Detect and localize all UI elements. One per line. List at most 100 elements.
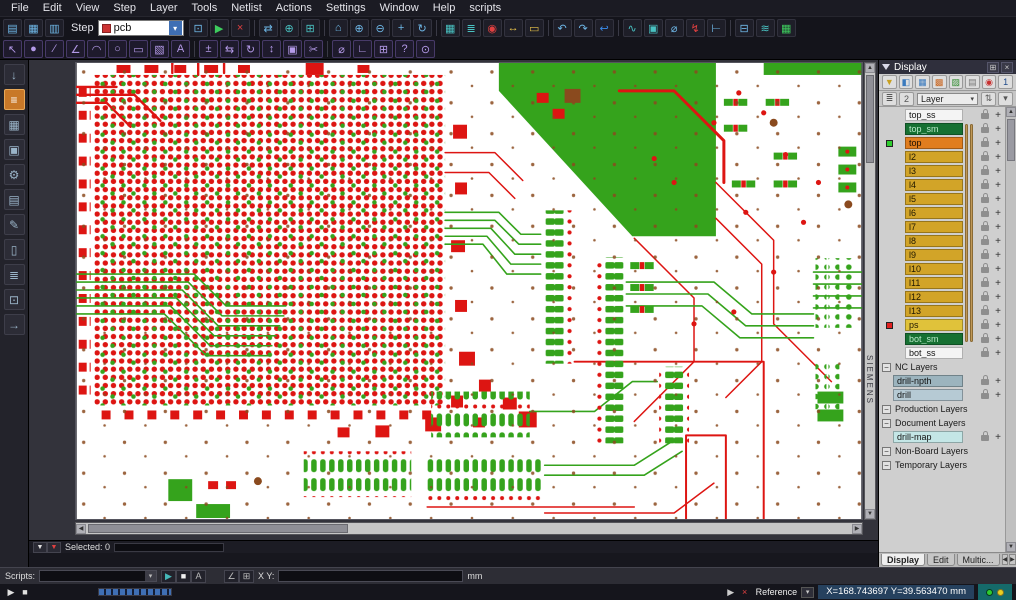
menu-tools[interactable]: Tools bbox=[185, 0, 225, 17]
origin-icon[interactable]: ⊕ bbox=[280, 19, 299, 37]
pad-tool-icon[interactable]: ● bbox=[24, 40, 43, 58]
layer-row-l5[interactable]: l5+ bbox=[879, 192, 1016, 206]
layer-row-top[interactable]: top+ bbox=[879, 136, 1016, 150]
layer-row-bot_sm[interactable]: bot_sm+ bbox=[879, 332, 1016, 346]
dimension-tool-icon[interactable]: ± bbox=[199, 40, 218, 58]
layer-row-drill[interactable]: drill+ bbox=[879, 388, 1016, 402]
two-badge[interactable]: 2 bbox=[899, 92, 914, 106]
snap-tool-icon[interactable]: ⊙ bbox=[416, 40, 435, 58]
mirror-tool-icon[interactable]: ⇆ bbox=[220, 40, 239, 58]
green-matrix-icon[interactable]: ▦ bbox=[777, 19, 796, 37]
run-reference-icon[interactable]: ▶ bbox=[724, 587, 738, 598]
tabs-scroll-left[interactable]: ◀ bbox=[1002, 554, 1009, 565]
add-to-set-icon[interactable]: + bbox=[993, 124, 1003, 135]
play-icon[interactable]: ▶ bbox=[210, 19, 229, 37]
one-badge[interactable]: 1 bbox=[998, 75, 1013, 89]
menu-help[interactable]: Help bbox=[426, 0, 463, 17]
layer-row-l9[interactable]: l9+ bbox=[879, 248, 1016, 262]
layer-row-top_sm[interactable]: top_sm+ bbox=[879, 122, 1016, 136]
scripts-dropdown-arrow[interactable]: ▾ bbox=[145, 571, 156, 581]
lock-icon[interactable] bbox=[981, 393, 989, 399]
close-icon[interactable]: × bbox=[1001, 62, 1013, 73]
lock-icon[interactable] bbox=[981, 197, 989, 203]
lock-icon[interactable] bbox=[981, 379, 989, 385]
menu-file[interactable]: File bbox=[4, 0, 36, 17]
add-to-set-icon[interactable]: + bbox=[993, 376, 1003, 387]
matrix-icon[interactable]: ▦ bbox=[4, 114, 25, 135]
section-non-board-layers[interactable]: −Non-Board Layers bbox=[879, 444, 1016, 458]
sort-layers-icon[interactable]: ⇅ bbox=[981, 92, 996, 106]
step-repeat-icon[interactable]: ⊞ bbox=[374, 40, 393, 58]
redraw-icon[interactable]: ↻ bbox=[413, 19, 432, 37]
play-button[interactable]: ▶ bbox=[4, 587, 18, 598]
scripts-selector[interactable]: ▾ bbox=[39, 570, 157, 582]
run-script-icon[interactable]: ▶ bbox=[161, 570, 176, 583]
reference-dropdown[interactable]: ▾ bbox=[801, 587, 814, 598]
add-to-set-icon[interactable]: + bbox=[993, 180, 1003, 191]
library-icon[interactable]: ▤ bbox=[4, 189, 25, 210]
lock-icon[interactable] bbox=[981, 127, 989, 133]
add-to-set-icon[interactable]: + bbox=[993, 348, 1003, 359]
layer-row-bot_ss[interactable]: bot_ss+ bbox=[879, 346, 1016, 360]
tab-edit[interactable]: Edit bbox=[927, 554, 955, 566]
menu-view[interactable]: View bbox=[69, 0, 107, 17]
step-selector[interactable]: pcb ▾ bbox=[98, 20, 184, 36]
lock-icon[interactable] bbox=[981, 295, 989, 301]
zoom-in-icon[interactable]: ⊕ bbox=[350, 19, 369, 37]
menu-window[interactable]: Window bbox=[373, 0, 426, 17]
stackup-icon[interactable]: ≣ bbox=[462, 19, 481, 37]
add-to-set-icon[interactable]: + bbox=[993, 166, 1003, 177]
return-icon[interactable]: ↩ bbox=[595, 19, 614, 37]
silkscreen-icon[interactable]: ▤ bbox=[965, 75, 980, 89]
delete-tool-icon[interactable]: ✂ bbox=[304, 40, 323, 58]
layer-mode-selector[interactable]: Layer ▾ bbox=[917, 93, 978, 105]
stackup-icon[interactable]: ≣ bbox=[882, 92, 897, 106]
add-to-set-icon[interactable]: + bbox=[993, 432, 1003, 443]
text-tool-icon[interactable]: A bbox=[171, 40, 190, 58]
tab-display[interactable]: Display bbox=[881, 554, 925, 566]
close-step-icon[interactable]: × bbox=[231, 19, 250, 37]
lock-icon[interactable] bbox=[981, 239, 989, 245]
board-view-icon[interactable]: ▦ bbox=[915, 75, 930, 89]
add-to-set-icon[interactable]: + bbox=[993, 264, 1003, 275]
layer-row-ps[interactable]: ps+ bbox=[879, 318, 1016, 332]
add-to-set-icon[interactable]: + bbox=[993, 390, 1003, 401]
select-icon[interactable]: ↖ bbox=[3, 40, 22, 58]
lock-icon[interactable] bbox=[981, 155, 989, 161]
lock-icon[interactable] bbox=[981, 141, 989, 147]
horizontal-scrollbar[interactable]: ◀ ▶ bbox=[75, 522, 863, 535]
lock-icon[interactable] bbox=[981, 253, 989, 259]
angle-measure-icon[interactable]: ∠ bbox=[224, 570, 239, 583]
lock-icon[interactable] bbox=[981, 225, 989, 231]
layer-row-top_ss[interactable]: top_ss+ bbox=[879, 108, 1016, 122]
pcb-board-view[interactable] bbox=[75, 62, 863, 520]
filter-funnel-icon[interactable]: ▼ bbox=[33, 542, 47, 553]
add-to-set-icon[interactable]: + bbox=[993, 194, 1003, 205]
scroll-left-button[interactable]: ◀ bbox=[76, 524, 86, 534]
collapse-icon[interactable]: − bbox=[882, 405, 891, 414]
surface-tool-icon[interactable]: ▧ bbox=[150, 40, 169, 58]
dock-icon[interactable]: ⊞ bbox=[987, 62, 999, 73]
dimension-icon[interactable]: ⊢ bbox=[707, 19, 726, 37]
documents-icon[interactable]: ▯ bbox=[4, 239, 25, 260]
add-to-set-icon[interactable]: + bbox=[993, 152, 1003, 163]
menu-netlist[interactable]: Netlist bbox=[224, 0, 269, 17]
layer-row-l7[interactable]: l7+ bbox=[879, 220, 1016, 234]
drill-tools-icon[interactable]: ⌀ bbox=[665, 19, 684, 37]
layer-row-l4[interactable]: l4+ bbox=[879, 178, 1016, 192]
machine-icon[interactable]: ⊡ bbox=[4, 289, 25, 310]
menu-layer[interactable]: Layer bbox=[143, 0, 185, 17]
layer-row-drill-map[interactable]: drill-map+ bbox=[879, 430, 1016, 444]
rout-tool-icon[interactable]: ⌀ bbox=[332, 40, 351, 58]
graphic-screen-icon[interactable]: ⊡ bbox=[189, 19, 208, 37]
clear-reference-icon[interactable]: × bbox=[738, 587, 752, 597]
redo-icon[interactable]: ↷ bbox=[574, 19, 593, 37]
add-to-set-icon[interactable]: + bbox=[993, 208, 1003, 219]
mask-icon[interactable]: ▨ bbox=[949, 75, 964, 89]
menu-scripts[interactable]: scripts bbox=[462, 0, 508, 17]
add-to-set-icon[interactable]: + bbox=[993, 222, 1003, 233]
layers-matrix-icon[interactable]: ▦ bbox=[441, 19, 460, 37]
analysis-icon[interactable]: ⚙ bbox=[4, 164, 25, 185]
lock-icon[interactable] bbox=[981, 309, 989, 315]
flag-icon[interactable]: ◉ bbox=[982, 75, 997, 89]
